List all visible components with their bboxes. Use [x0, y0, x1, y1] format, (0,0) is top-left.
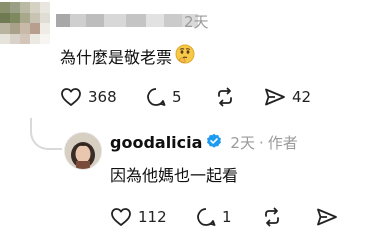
- share-button[interactable]: 42: [264, 87, 311, 107]
- reply-count: 5: [172, 88, 182, 106]
- username-link[interactable]: goodalicia: [110, 133, 202, 152]
- send-icon: [265, 88, 285, 106]
- comment-timestamp: 2天: [184, 13, 209, 31]
- heart-icon: [61, 88, 81, 106]
- reply-reply-button[interactable]: 1: [196, 207, 232, 227]
- comment-body: 為什麼是敬老票: [60, 44, 195, 68]
- share-count: 42: [292, 88, 312, 106]
- reply-button[interactable]: 5: [146, 87, 182, 107]
- repost-icon: [218, 87, 232, 107]
- reply-like-count: 112: [138, 208, 167, 226]
- thread-connector: [30, 118, 62, 150]
- username-blurred[interactable]: [56, 14, 198, 27]
- reply-repost-button[interactable]: [262, 207, 282, 227]
- reply-text: 因為他媽也一起看: [110, 166, 239, 185]
- like-button[interactable]: 368: [60, 87, 117, 107]
- comment-text: 為什麼是敬老票: [60, 48, 173, 67]
- separator-dot: ·: [258, 133, 264, 152]
- reply-like-button[interactable]: 112: [110, 207, 167, 227]
- verified-badge-icon: [206, 133, 222, 153]
- avatar[interactable]: [64, 132, 102, 170]
- like-count: 368: [88, 88, 117, 106]
- avatar-blurred[interactable]: [0, 2, 50, 44]
- reply-share-button[interactable]: [316, 207, 338, 227]
- repost-icon: [265, 207, 279, 227]
- author-tag: 作者: [267, 134, 298, 152]
- send-icon: [317, 208, 337, 226]
- thinking-face-emoji-icon: [175, 44, 195, 68]
- reply-header: goodalicia 2天 · 作者: [110, 132, 298, 153]
- heart-icon: [111, 208, 131, 226]
- repost-button[interactable]: [215, 87, 235, 107]
- reply-timestamp: 2天: [230, 134, 255, 152]
- comment-bubble-icon: [197, 208, 216, 226]
- comment-bubble-icon: [147, 88, 166, 106]
- reply-reply-count: 1: [222, 208, 232, 226]
